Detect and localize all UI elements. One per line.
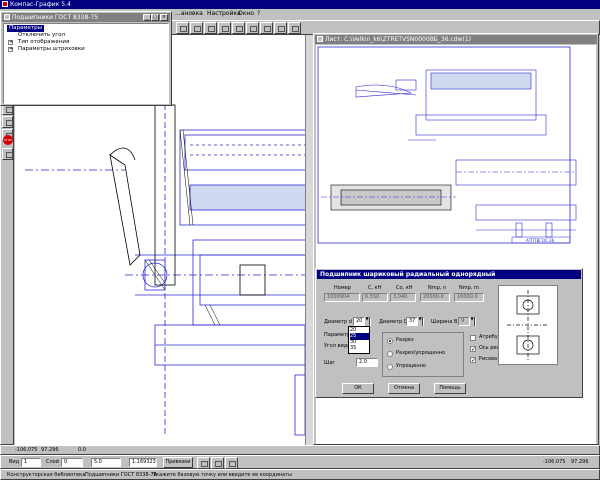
coord-y-readout: 97.296 [41, 447, 59, 453]
app-title: Компас-График 5.4 [10, 1, 71, 8]
value-co-kn: 3.040 [390, 293, 416, 302]
props-layer-label: Слой [46, 459, 59, 465]
scale-value-field[interactable]: 1.169323 [129, 458, 157, 467]
radio-simplified-label: Упрощенно [396, 363, 426, 369]
status-bar: Конструкторская библиотека Подшипники ГО… [0, 469, 600, 480]
library-tree-window: Подшипники ГОСТ 8338-75 _ □ × Параметры … [0, 11, 172, 106]
radio-section[interactable] [387, 338, 393, 344]
toolbar-btn-5[interactable] [232, 22, 245, 34]
status-object: Подшипники ГОСТ 8338-75 [85, 472, 157, 478]
tree-minimize-button[interactable]: _ [143, 14, 151, 21]
header-co-kn: Со, кН [396, 285, 413, 291]
assembly-drawing-sheet: АТПТВГОС 36 [317, 46, 577, 244]
diam-d-dropdown-arrow[interactable]: ▼ [364, 317, 370, 326]
checkbox-draw-axis[interactable]: ✓ [470, 346, 476, 353]
label-step: Шаг [324, 360, 336, 366]
bearing-preview [498, 285, 558, 365]
menu-item-settings[interactable]: Настройка [207, 10, 241, 18]
toolbar-btn-9[interactable] [288, 22, 301, 34]
tree-view: Параметры Отключить угол + Тип отображен… [3, 23, 169, 104]
cancel-button[interactable]: Отмена [388, 383, 420, 394]
header-nmp-n: Nmp, n [428, 285, 447, 291]
value-nomer: 1000904 [324, 293, 360, 302]
props-btn-2[interactable] [211, 457, 224, 469]
toolbar-btn-8[interactable] [274, 22, 287, 34]
tree-item-hatch-params[interactable]: Параметры штриховки [18, 46, 85, 53]
checkbox-attributes[interactable] [470, 335, 476, 341]
tree-window-icon [4, 14, 10, 20]
header-nomer: Номер [334, 285, 351, 291]
expand-plus-icon[interactable]: + [8, 47, 13, 52]
label-angle: Угол вида [324, 343, 351, 349]
toolbar-btn-7[interactable] [260, 22, 273, 34]
diam-D-dropdown-arrow[interactable]: ▼ [417, 317, 423, 326]
radio-simplified[interactable] [387, 364, 393, 370]
tree-item-params[interactable]: Параметры [7, 25, 44, 32]
props-btn-1[interactable] [197, 457, 210, 469]
dropdown-option[interactable]: 35 [350, 345, 369, 352]
sheet-window-titlebar[interactable]: Лист: C:\Velkin_k6\ZTRETVSN0000ВБ_36.cdw… [315, 35, 597, 44]
label-diam-d: Диаметр d [324, 319, 352, 325]
snaps-button[interactable]: Привязки [163, 457, 193, 468]
view-type-group: Разрез Разрез/упрощенно Упрощенно [382, 332, 464, 377]
bearing-preview-image [507, 290, 549, 360]
menu-item-window[interactable]: Окно [238, 10, 254, 18]
status-hint: Укажите базовую точку или введите ее коо… [153, 472, 293, 478]
toolbar-btn-2[interactable] [190, 22, 203, 34]
value-nmp-m: 16000.0 [454, 293, 484, 302]
tree-item-disable-angle[interactable]: Отключить угол [18, 32, 65, 39]
value-c-kn: 6.550 [362, 293, 388, 302]
ok-button[interactable]: ОК [342, 383, 374, 394]
tree-maximize-button[interactable]: □ [151, 14, 159, 21]
sheet-stamp-text: АТПТВГОС 36 [526, 238, 555, 243]
help-button[interactable]: Помощь [434, 383, 466, 394]
toolbar-btn-6[interactable] [246, 22, 259, 34]
menu-item-insert[interactable]: ...ановка [175, 10, 203, 18]
expand-plus-icon[interactable]: + [8, 40, 13, 45]
checkbox-draw-right[interactable]: ✓ [470, 357, 476, 364]
sheet-window-icon [317, 36, 323, 42]
props-view-label: Вид [9, 459, 20, 465]
radio-section-simplified-label: Разрез/упрощенно [396, 350, 446, 356]
props-btn-3[interactable] [225, 457, 238, 469]
layer-select[interactable]: 0 [61, 458, 83, 467]
radio-section-label: Разрез [396, 337, 414, 343]
coords-bar: -106.075 97.296 0.0 [0, 445, 600, 455]
props-right-x: -106.075 [543, 459, 566, 465]
dialog-title: Подшипник шариковый радиальный однорядны… [320, 271, 496, 278]
diam-d-dropdown-list: 20 25 30 35 [348, 326, 370, 354]
coord-cursor-readout: 0.0 [78, 447, 86, 453]
bearing-dialog: Подшипник шариковый радиальный однорядны… [315, 268, 583, 398]
width-B-dropdown-arrow[interactable]: ▼ [469, 317, 475, 326]
header-nmp-m: Nmp, m [459, 285, 479, 291]
step-value-field[interactable]: 5.0 [91, 458, 121, 467]
app-titlebar: Компас-График 5.4 [0, 0, 600, 9]
step-input[interactable]: 2.0 [356, 358, 378, 367]
status-library: Конструкторская библиотека [7, 472, 86, 478]
tool-library[interactable] [2, 148, 13, 160]
label-width-B: Ширина B [431, 319, 458, 325]
dialog-titlebar[interactable]: Подшипник шариковый радиальный однорядны… [317, 270, 581, 279]
menu-item-help[interactable]: ? [257, 10, 260, 18]
tool-select[interactable] [2, 116, 13, 128]
tree-close-button[interactable]: × [160, 14, 168, 21]
value-nmp-n: 20000.0 [420, 293, 450, 302]
view-select[interactable]: 1 [21, 458, 41, 467]
radio-section-simplified[interactable] [387, 351, 393, 357]
props-right-y: 97.296 [571, 459, 589, 465]
toolbar-btn-1[interactable] [176, 22, 189, 34]
tree-window-title: Подшипники ГОСТ 8338-75 [12, 14, 99, 21]
stop-icon[interactable]: STOP [3, 135, 13, 145]
toolbar-btn-4[interactable] [218, 22, 231, 34]
toolbar-btn-3[interactable] [204, 22, 217, 34]
tree-item-display-type[interactable]: Тип отображения [18, 39, 69, 46]
sheet-window-title: Лист: C:\Velkin_k6\ZTRETVSN0000ВБ_36.cdw… [325, 36, 471, 43]
header-c-kn: С, кН [368, 285, 382, 291]
properties-bar: Вид 1 Слой 0 5.0 1.169323 Привязки -106.… [0, 455, 600, 469]
coord-x-readout: -106.075 [15, 447, 38, 453]
app-icon [2, 1, 8, 7]
label-diam-D: Диаметр D [379, 319, 408, 325]
